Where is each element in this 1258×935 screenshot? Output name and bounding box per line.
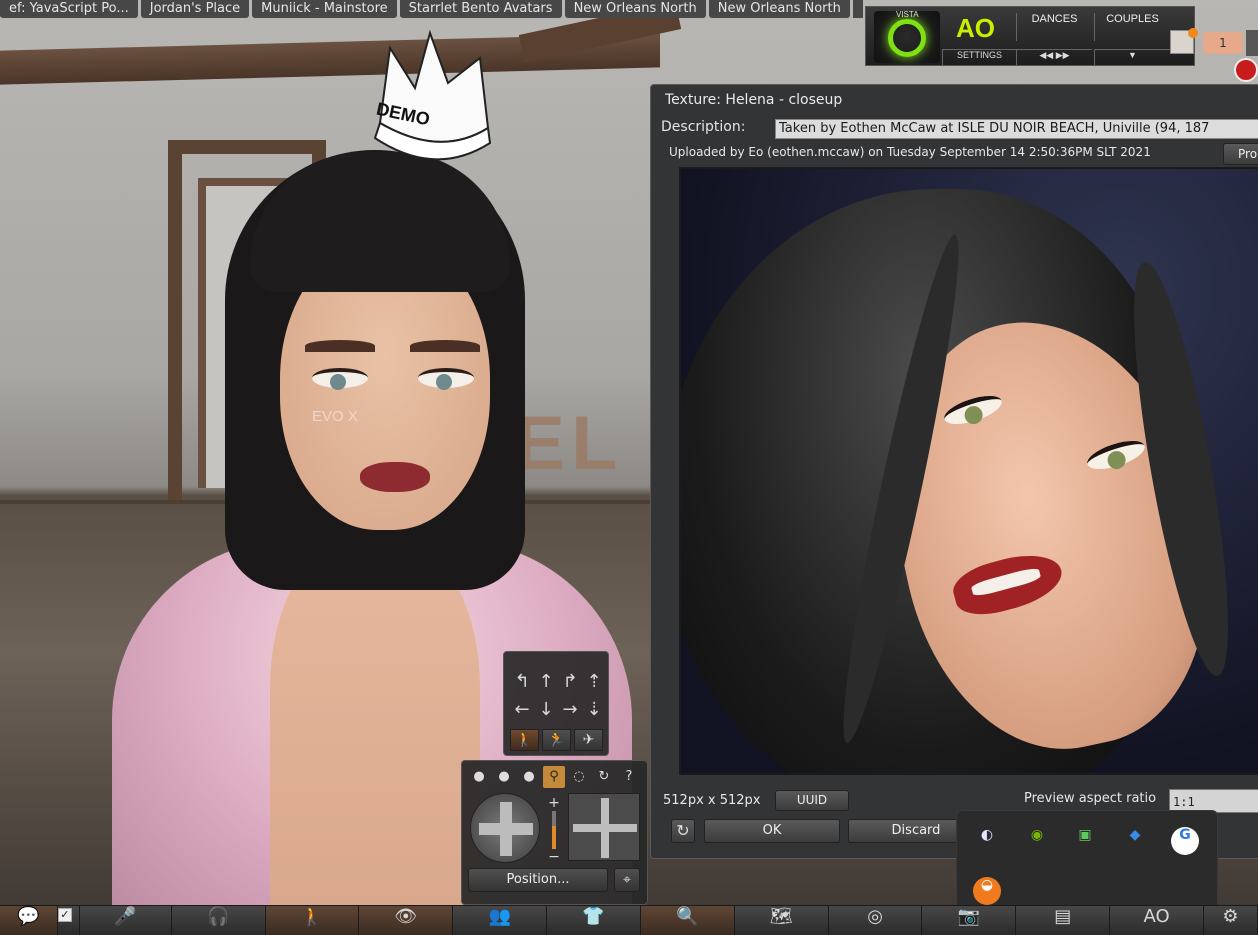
fast-forward-icon[interactable]: ▶▶ bbox=[1056, 50, 1070, 60]
tab-location-1[interactable]: ef: YavaScript Po... bbox=[0, 0, 138, 18]
power-icon bbox=[888, 19, 926, 57]
edge-button[interactable] bbox=[1246, 30, 1258, 56]
movement-modes: 🚶 🏃 ✈ bbox=[510, 729, 603, 751]
gpu-monitor-icon[interactable]: ▣ bbox=[1071, 827, 1099, 855]
walk-icon[interactable]: 🚶 bbox=[265, 906, 360, 935]
zoom-slider[interactable]: + − bbox=[548, 795, 560, 865]
avatar-right-brow bbox=[410, 340, 480, 352]
nvidia-icon[interactable]: ◉ bbox=[1023, 827, 1051, 855]
forward-icon[interactable]: ↑ bbox=[534, 668, 558, 696]
refresh-icon[interactable]: ↻ bbox=[671, 819, 695, 843]
ao-dances-button[interactable]: DANCES bbox=[1016, 13, 1092, 41]
rear-view-icon[interactable]: ● bbox=[518, 766, 540, 788]
strafe-right-icon[interactable]: → bbox=[558, 696, 582, 724]
ao-icon[interactable]: AO bbox=[1110, 906, 1205, 935]
side-view-icon[interactable]: ● bbox=[493, 766, 515, 788]
camera-help-icon[interactable]: ? bbox=[618, 766, 640, 788]
ok-button[interactable]: OK bbox=[704, 819, 840, 843]
tab-location-5[interactable]: New Orleans North bbox=[564, 0, 706, 18]
menu-icon[interactable]: ▼ bbox=[1094, 49, 1170, 65]
run-mode-icon[interactable]: 🏃 bbox=[542, 729, 571, 751]
walk-mode-icon[interactable]: 🚶 bbox=[510, 729, 539, 751]
chat-toggle[interactable]: ✓ bbox=[57, 906, 80, 935]
snapshot-icon[interactable]: 📷 bbox=[922, 906, 1017, 935]
avatar-right-eye bbox=[418, 368, 474, 390]
movement-arrows: ↰ ↑ ↱ ⇡ ← ↓ → ⇣ bbox=[510, 668, 606, 724]
fly-mode-icon[interactable]: ✈ bbox=[574, 729, 603, 751]
location-tabs: ef: YavaScript Po... Jordan's Place Muni… bbox=[0, 0, 863, 18]
inventory-icon[interactable]: ▤ bbox=[1016, 906, 1111, 935]
position-button[interactable]: Position... bbox=[468, 868, 608, 892]
viewer-window: LEL EVO X DEMO ef: YavaScript Po... Jord… bbox=[0, 0, 1258, 935]
turn-left-icon[interactable]: ↰ bbox=[510, 668, 534, 696]
object-view-icon[interactable]: ⚲ bbox=[543, 766, 565, 788]
avatar-lips bbox=[360, 462, 430, 492]
floater-title: Texture: Helena - closeup bbox=[665, 92, 843, 108]
ao-title: AO bbox=[956, 13, 995, 43]
view-icon[interactable]: 👁 bbox=[359, 906, 454, 935]
tab-location-3[interactable]: Muniick - Mainstore bbox=[252, 0, 397, 18]
description-field[interactable]: Taken by Eothen McCaw at ISLE DU NOIR BE… bbox=[775, 119, 1258, 139]
tab-location-2[interactable]: Jordan's Place bbox=[140, 0, 250, 18]
fly-up-icon[interactable]: ⇡ bbox=[582, 668, 606, 696]
mouselook-icon[interactable]: ◌ bbox=[568, 766, 590, 788]
movement-controls: ↰ ↑ ↱ ⇡ ← ↓ → ⇣ 🚶 🏃 ✈ bbox=[503, 651, 609, 756]
front-view-icon[interactable]: ● bbox=[468, 766, 490, 788]
zoom-in-icon[interactable]: + bbox=[548, 795, 560, 811]
map-icon[interactable]: 🗺 bbox=[735, 906, 829, 935]
pan-control[interactable] bbox=[568, 793, 640, 861]
ao-brand: VISTA bbox=[896, 10, 919, 19]
tab-scroll-button[interactable] bbox=[852, 0, 863, 18]
notification-dot bbox=[1188, 28, 1198, 38]
ao-couples-button[interactable]: COUPLES bbox=[1094, 13, 1170, 41]
avatar-left-brow bbox=[305, 340, 375, 352]
avatar-chest bbox=[270, 540, 480, 910]
notification-counter[interactable]: 1 bbox=[1203, 32, 1243, 54]
bottom-toolbar: 💬 ✓ 🎤 🎧 🚶 👁 👥 👕 🔍 🗺 ◎ 📷 ▤ AO ⚙ bbox=[0, 905, 1258, 935]
radar-icon[interactable]: ◎ bbox=[829, 906, 923, 935]
windows-security-icon[interactable]: ◆ bbox=[1121, 827, 1149, 855]
appearance-icon[interactable]: 👕 bbox=[547, 906, 641, 935]
discord-icon[interactable]: ◐ bbox=[973, 827, 1001, 855]
makeup-brand-label: EVO X bbox=[312, 408, 358, 425]
location-pin-icon[interactable]: ⌖ bbox=[614, 868, 640, 892]
camera-presets: ● ● ● ⚲ ◌ ↻ ? bbox=[468, 766, 640, 788]
texture-image bbox=[679, 167, 1258, 775]
chat-checkbox[interactable]: ✓ bbox=[57, 908, 72, 922]
uuid-button[interactable]: UUID bbox=[775, 790, 849, 811]
orbit-control[interactable] bbox=[470, 793, 540, 863]
tab-location-4[interactable]: Starrlet Bento Avatars bbox=[399, 0, 562, 18]
aspect-ratio-label: Preview aspect ratio bbox=[1024, 791, 1157, 806]
chat-icon[interactable]: 💬 bbox=[0, 906, 58, 935]
ao-prev-next-controls[interactable]: ◀◀ ▶▶ bbox=[1016, 49, 1092, 65]
orange-app-icon[interactable]: ◒ bbox=[973, 877, 1001, 905]
rewind-icon[interactable]: ◀◀ bbox=[1039, 50, 1053, 60]
texture-preview-floater: Texture: Helena - closeup Description: T… bbox=[650, 84, 1258, 859]
turn-right-icon[interactable]: ↱ bbox=[558, 668, 582, 696]
description-label: Description: bbox=[661, 119, 746, 135]
headphones-icon[interactable]: 🎧 bbox=[172, 906, 266, 935]
people-icon[interactable]: 👥 bbox=[453, 906, 548, 935]
stop-record-icon[interactable] bbox=[1234, 58, 1258, 82]
texture-dimensions: 512px x 512px bbox=[663, 793, 761, 808]
fly-down-icon[interactable]: ⇣ bbox=[582, 696, 606, 724]
sync-app-icon[interactable]: G bbox=[1171, 827, 1199, 855]
zoom-track[interactable] bbox=[552, 811, 556, 849]
ao-hud: VISTA AO DANCES COUPLES SETTINGS ◀◀ ▶▶ ▼ bbox=[865, 6, 1195, 66]
search-icon[interactable]: 🔍 bbox=[640, 906, 735, 935]
strafe-left-icon[interactable]: ← bbox=[510, 696, 534, 724]
avatar-left-eye bbox=[312, 368, 368, 390]
zoom-out-icon[interactable]: − bbox=[548, 849, 560, 865]
microphone-icon[interactable]: 🎤 bbox=[80, 906, 172, 935]
reset-view-icon[interactable]: ↻ bbox=[593, 766, 615, 788]
camera-controls: ● ● ● ⚲ ◌ ↻ ? + − Position... ⌖ bbox=[461, 760, 648, 905]
profile-button[interactable]: Pro bbox=[1223, 143, 1258, 165]
tab-location-6[interactable]: New Orleans North bbox=[708, 0, 850, 18]
upload-info: Uploaded by Eo (eothen.mccaw) on Tuesday… bbox=[669, 145, 1151, 159]
settings-icon[interactable]: ⚙ bbox=[1204, 906, 1258, 935]
ao-settings-button[interactable]: SETTINGS bbox=[942, 49, 1016, 65]
backward-icon[interactable]: ↓ bbox=[534, 696, 558, 724]
